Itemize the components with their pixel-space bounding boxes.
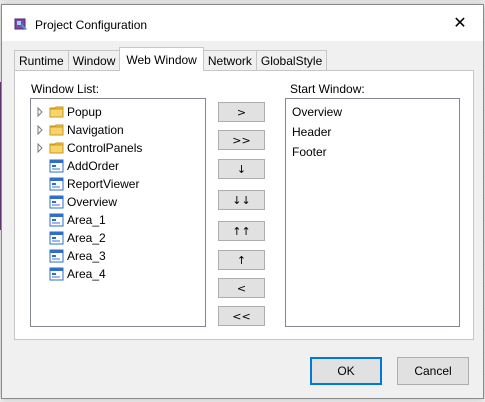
move-down-button[interactable]: ↓	[218, 159, 265, 179]
tab-window[interactable]: Window	[67, 50, 121, 71]
tree-item-popup[interactable]: Popup	[35, 103, 102, 121]
add-all-button[interactable]: >>	[218, 130, 265, 150]
add-button[interactable]: >	[218, 102, 265, 122]
project-configuration-dialog: Project Configuration ✕ Runtime Window W…	[1, 4, 484, 399]
move-to-top-button[interactable]: ↑↑	[218, 221, 265, 241]
title-bar: Project Configuration ✕	[2, 5, 483, 41]
remove-all-button[interactable]: <<	[218, 306, 265, 326]
window-icon	[49, 177, 65, 191]
tree-item-label: Popup	[67, 105, 102, 119]
move-to-bottom-button[interactable]: ↓↓	[218, 190, 265, 210]
tree-item-reportviewer[interactable]: ReportViewer	[35, 175, 139, 193]
expand-arrow-icon[interactable]	[35, 107, 45, 117]
tree-item-area-3[interactable]: Area_3	[35, 247, 106, 265]
start-window-item-footer[interactable]: Footer	[292, 145, 327, 159]
window-list-tree[interactable]: Popup Navigation ControlPanels AddOrder …	[30, 98, 206, 327]
web-window-tab-panel: Window List: Popup Navigation ControlPan…	[14, 70, 474, 340]
tab-runtime[interactable]: Runtime	[14, 50, 69, 71]
tree-item-area-4[interactable]: Area_4	[35, 265, 106, 283]
tree-item-area-2[interactable]: Area_2	[35, 229, 106, 247]
window-icon	[49, 249, 65, 263]
tree-item-label: Area_3	[67, 249, 106, 263]
window-icon	[49, 267, 65, 281]
tab-strip: Runtime Window Web Window Network Global…	[14, 47, 328, 71]
tree-item-label: Overview	[67, 195, 118, 209]
tree-item-label: Area_1	[67, 213, 106, 227]
window-icon	[49, 231, 65, 245]
dialog-title: Project Configuration	[35, 18, 148, 32]
window-icon	[49, 213, 65, 227]
tree-item-label: AddOrder	[67, 159, 120, 173]
expand-arrow-icon[interactable]	[35, 143, 45, 153]
start-window-item-header[interactable]: Header	[292, 125, 331, 139]
tree-item-addorder[interactable]: AddOrder	[35, 157, 119, 175]
tree-item-navigation[interactable]: Navigation	[35, 121, 124, 139]
window-icon	[49, 159, 65, 173]
tree-item-label: ControlPanels	[67, 141, 143, 155]
tree-item-controlpanels[interactable]: ControlPanels	[35, 139, 142, 157]
tab-web-window[interactable]: Web Window	[119, 47, 204, 71]
tree-item-area-1[interactable]: Area_1	[35, 211, 106, 229]
remove-button[interactable]: <	[218, 278, 265, 298]
tab-network[interactable]: Network	[202, 50, 257, 71]
tab-globalstyle[interactable]: GlobalStyle	[255, 50, 328, 71]
folder-icon	[49, 141, 65, 155]
window-list-label: Window List:	[31, 82, 100, 96]
tree-item-overview[interactable]: Overview	[35, 193, 117, 211]
close-button[interactable]: ✕	[437, 5, 483, 41]
start-window-label: Start Window:	[290, 82, 365, 96]
window-icon	[49, 195, 65, 209]
cancel-button[interactable]: Cancel	[397, 357, 469, 385]
close-icon: ✕	[453, 15, 467, 32]
expand-arrow-icon[interactable]	[35, 125, 45, 135]
start-window-list[interactable]: Overview Header Footer	[285, 98, 460, 327]
folder-icon	[49, 105, 65, 119]
move-up-button[interactable]: ↑	[218, 250, 265, 270]
tree-item-label: Area_2	[67, 231, 106, 245]
start-window-item-overview[interactable]: Overview	[292, 105, 342, 119]
tree-item-label: ReportViewer	[67, 177, 140, 191]
app-icon	[14, 17, 28, 31]
folder-icon	[49, 123, 65, 137]
ok-button[interactable]: OK	[310, 357, 382, 385]
tree-item-label: Area_4	[67, 267, 106, 281]
tree-item-label: Navigation	[67, 123, 124, 137]
